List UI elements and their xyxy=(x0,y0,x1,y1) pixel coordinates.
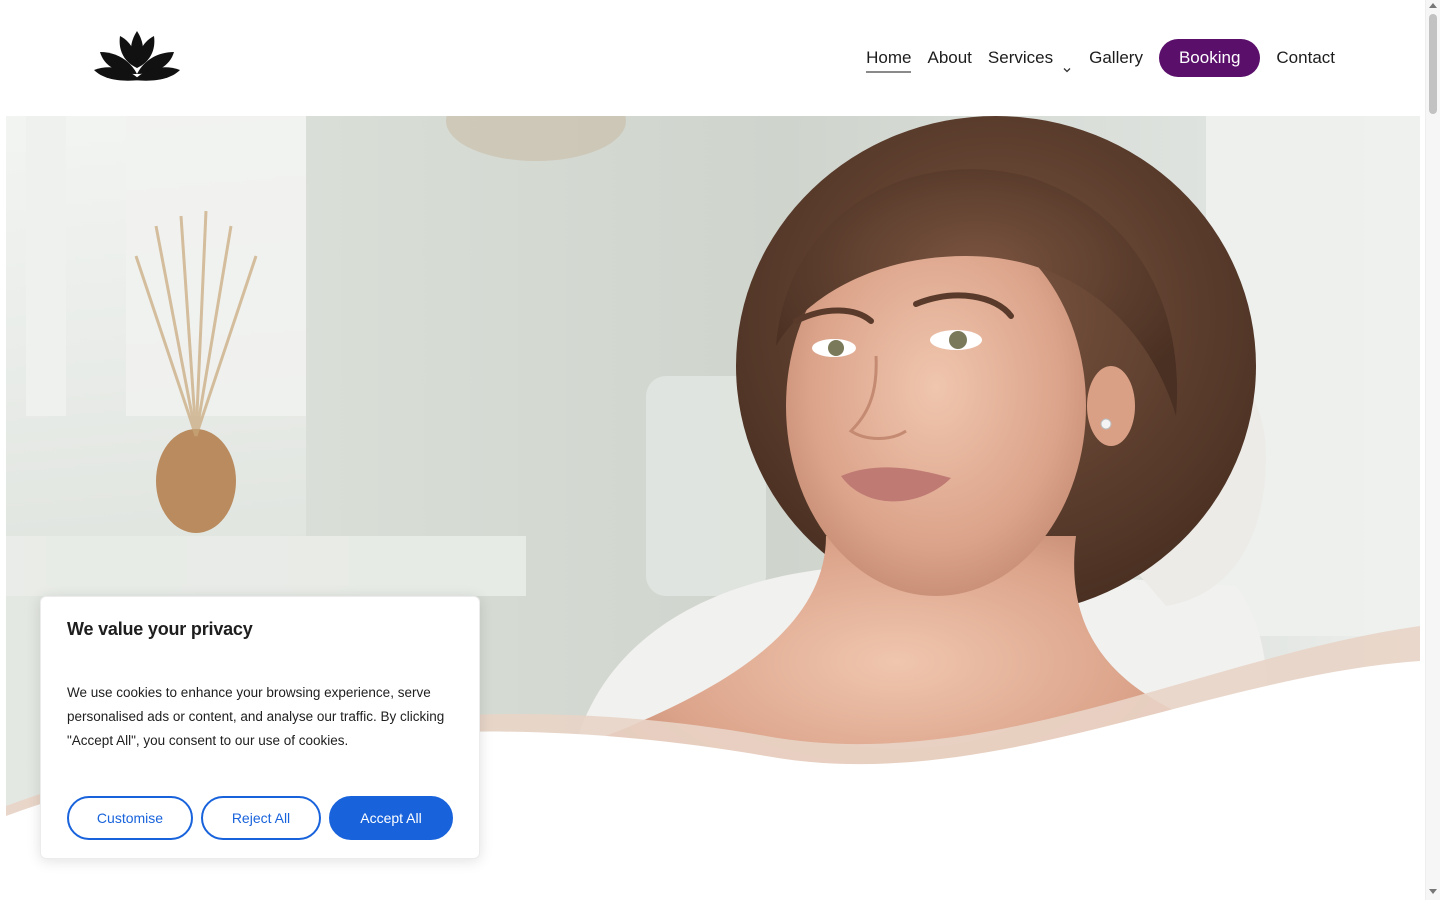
scroll-down-arrow-icon[interactable] xyxy=(1429,889,1437,894)
reject-all-button[interactable]: Reject All xyxy=(201,796,321,840)
vertical-scrollbar[interactable] xyxy=(1425,0,1440,900)
nav-services-label: Services xyxy=(987,48,1054,67)
nav-about[interactable]: About xyxy=(927,39,971,77)
nav-home[interactable]: Home xyxy=(866,39,912,77)
lotus-logo-icon[interactable] xyxy=(92,28,182,84)
cookie-actions: Customise Reject All Accept All xyxy=(67,796,453,840)
main-nav: Home About Services Gallery Booking Cont… xyxy=(850,39,1335,77)
scroll-up-arrow-icon[interactable] xyxy=(1429,3,1437,8)
cookie-title: We value your privacy xyxy=(67,619,253,639)
nav-services[interactable]: Services xyxy=(988,39,1073,77)
scroll-thumb[interactable] xyxy=(1429,14,1437,114)
nav-gallery[interactable]: Gallery xyxy=(1089,39,1143,77)
chevron-down-icon xyxy=(1061,52,1073,73)
nav-contact[interactable]: Contact xyxy=(1276,39,1335,77)
booking-button[interactable]: Booking xyxy=(1158,39,1261,77)
site-header: Home About Services Gallery Booking Cont… xyxy=(0,0,1425,116)
customise-button[interactable]: Customise xyxy=(67,796,193,840)
cookie-consent-dialog: We value your privacy We use cookies to … xyxy=(40,596,480,859)
cookie-description: We use cookies to enhance your browsing … xyxy=(67,685,445,748)
accept-all-button[interactable]: Accept All xyxy=(329,796,453,840)
